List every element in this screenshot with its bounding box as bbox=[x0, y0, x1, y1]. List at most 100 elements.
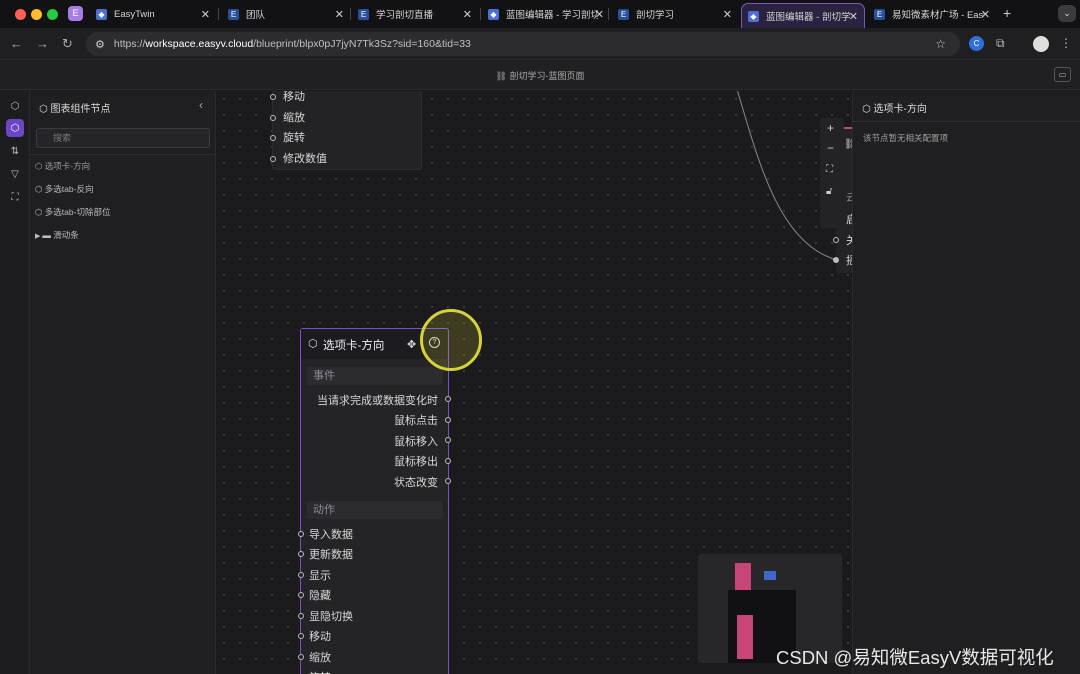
move-icon[interactable]: ✥ bbox=[407, 338, 416, 351]
tab-section-study[interactable]: E 剖切学习 ✕ bbox=[612, 4, 738, 24]
minimap-node bbox=[737, 615, 753, 659]
back-arrow-icon[interactable]: ← bbox=[10, 36, 23, 51]
close-icon[interactable]: ✕ bbox=[595, 8, 604, 21]
events-section-label: 事件 bbox=[307, 367, 443, 385]
action-port-label: 缩放 bbox=[309, 652, 331, 664]
zoom-out-button[interactable]: − bbox=[827, 141, 834, 155]
app-badge[interactable]: E bbox=[68, 6, 83, 21]
close-icon[interactable]: ✕ bbox=[723, 8, 732, 21]
list-item[interactable]: ⬡ 多选tab-反向 bbox=[35, 183, 93, 195]
watermark: CSDN @易知微EasyV数据可视化 bbox=[776, 647, 1054, 668]
collapse-chevron-icon[interactable]: ‹ bbox=[199, 98, 203, 112]
easyv-logo-icon: E bbox=[874, 8, 885, 20]
action-port-label: 显隐切换 bbox=[309, 611, 353, 623]
new-tab-button[interactable]: + bbox=[1003, 5, 1011, 21]
list-item[interactable]: ⬡ 多选tab-切除部位 bbox=[35, 206, 110, 218]
avatar[interactable] bbox=[1033, 36, 1049, 52]
preview-icon[interactable]: ▭ bbox=[1054, 67, 1071, 82]
tab-search-button[interactable]: ⌄ bbox=[1058, 5, 1076, 22]
puzzle-icon[interactable]: ⧉ bbox=[996, 36, 1005, 51]
panel-title-text: 图表组件节点 bbox=[50, 104, 111, 115]
action-port-label: 显示 bbox=[309, 570, 331, 582]
folder-item[interactable]: ▶ ▬ 滑动条 bbox=[35, 229, 79, 241]
panel-title: ⬡ 选项卡-方向 bbox=[862, 100, 927, 115]
node-config-panel: ⬡ 选项卡-方向 该节点暂无相关配置项 bbox=[852, 91, 1080, 674]
port-label: 修改数值 bbox=[283, 153, 327, 165]
url-path: /blueprint/blpx0pJ7jyN7Tk3Sz?sid=160&tid… bbox=[253, 38, 471, 50]
site-settings-icon[interactable]: ⚙ bbox=[95, 38, 105, 51]
tab-title: 蓝图编辑器 - 剖切学习 bbox=[766, 12, 850, 23]
port-label: 移动 bbox=[283, 91, 305, 103]
expand-icon[interactable]: ⛶ bbox=[6, 188, 24, 206]
menu-dots-icon[interactable]: ⋮ bbox=[1060, 36, 1072, 50]
action-port-label: 旋转 bbox=[309, 669, 331, 674]
reload-icon[interactable]: ↻ bbox=[62, 36, 73, 52]
bookmark-star-icon[interactable]: ☆ bbox=[935, 37, 946, 51]
easyv-logo-icon: E bbox=[228, 8, 239, 20]
browser-tab-bar: E ◆ EasyTwin ✕ E 团队 ✕ E 学习剖切直播 ✕ ◆ 蓝图编辑器… bbox=[0, 0, 1080, 28]
tab-title: 易知微素材广场 - EasyV bbox=[892, 10, 984, 21]
tab-title: 学习剖切直播 bbox=[376, 10, 434, 21]
panel-title: ⬡ 图表组件节点 bbox=[39, 100, 111, 115]
url-host: workspace.easyv.cloud bbox=[145, 38, 254, 50]
component-node-icon: ⬡ bbox=[862, 104, 874, 115]
action-port-label: 移动 bbox=[309, 631, 331, 643]
empty-config-text: 该节点暂无相关配置项 bbox=[863, 133, 949, 143]
search-input[interactable]: 搜索 bbox=[36, 128, 210, 148]
lock-icon[interactable]: 🔓︎ bbox=[826, 186, 832, 197]
component-node-icon: ⬡ bbox=[308, 338, 318, 350]
component-node-icon: ⬡ bbox=[35, 207, 45, 217]
zoom-in-button[interactable]: + bbox=[827, 121, 834, 135]
maximize-window-button[interactable] bbox=[47, 9, 58, 20]
close-icon[interactable]: ✕ bbox=[849, 10, 858, 23]
forward-arrow-icon[interactable]: → bbox=[36, 36, 49, 51]
tab-live[interactable]: E 学习剖切直播 ✕ bbox=[352, 4, 478, 24]
cube-icon: ◆ bbox=[488, 8, 499, 20]
easyv-logo-icon: E bbox=[358, 8, 369, 20]
minimap-node bbox=[764, 571, 776, 580]
tab-material-square[interactable]: E 易知微素材广场 - EasyV ✕ bbox=[868, 4, 996, 24]
zoom-controls: + − ⛶ 🔓︎ bbox=[820, 118, 844, 228]
actions-section-label: 动作 bbox=[307, 501, 443, 519]
blueprint-icon: ⛓ bbox=[495, 71, 510, 81]
tab-team[interactable]: E 团队 ✕ bbox=[222, 4, 350, 24]
minimize-window-button[interactable] bbox=[31, 9, 42, 20]
tab-title: 剖切学习 bbox=[636, 10, 675, 21]
tab-easytwin[interactable]: ◆ EasyTwin ✕ bbox=[90, 4, 216, 24]
event-port-label: 当请求完成或数据变化时 bbox=[317, 395, 438, 407]
node-top-partial[interactable]: 移动 缩放 旋转 修改数值 bbox=[270, 91, 422, 170]
action-port-label: 更新数据 bbox=[309, 549, 353, 561]
cursor-highlight bbox=[420, 309, 482, 371]
port-label: 旋转 bbox=[283, 132, 305, 144]
fit-view-button[interactable]: ⛶ bbox=[826, 164, 833, 175]
filter-icon[interactable]: ▽ bbox=[6, 165, 24, 183]
tab-blueprint-active[interactable]: ◆ 蓝图编辑器 - 剖切学习 ✕ bbox=[741, 3, 865, 28]
tab-title: EasyTwin bbox=[114, 8, 155, 20]
app-header: ⛓ 剖切学习-蓝图页面 ▭ bbox=[0, 61, 1080, 90]
page-title: ⛓ 剖切学习-蓝图页面 bbox=[0, 69, 1080, 82]
list-item[interactable]: ⬡ 选项卡-方向 bbox=[35, 160, 90, 172]
extension-icon[interactable]: C bbox=[969, 36, 984, 51]
component-node-icon[interactable]: ⬡ bbox=[6, 119, 24, 137]
node-library-panel: ⬡ 图表组件节点 ‹ ⌕ 搜索 ⬡ 选项卡-方向 ⬡ 多选tab-反向 ⬡ 多选… bbox=[30, 91, 216, 674]
cube-icon: ◆ bbox=[96, 8, 107, 20]
folder-icon: ▬ bbox=[42, 230, 54, 240]
url-input[interactable]: ⚙ https:// workspace.easyv.cloud /bluepr… bbox=[86, 32, 960, 56]
close-icon[interactable]: ✕ bbox=[981, 8, 990, 21]
close-icon[interactable]: ✕ bbox=[201, 8, 210, 21]
close-icon[interactable]: ✕ bbox=[463, 8, 472, 21]
component-node-icon: ⬡ bbox=[35, 161, 45, 171]
url-scheme: https:// bbox=[113, 38, 146, 50]
tab-title: 团队 bbox=[246, 10, 266, 21]
logic-icon[interactable]: ⇅ bbox=[6, 142, 24, 160]
easyv-logo-icon: E bbox=[618, 8, 629, 20]
blueprint-canvas[interactable]: 移动 缩放 旋转 修改数值 ⛓ 云 启 关 摇 + − ⛶ 🔓︎ ⬡ 选项卡-方… bbox=[216, 91, 852, 674]
node-tab-direction[interactable]: ⬡ 选项卡-方向 ✥ ? 事件 当请求完成或数据变化时 鼠标点击 鼠标移入 鼠标… bbox=[298, 328, 451, 674]
event-port-label: 状态改变 bbox=[394, 477, 438, 489]
tab-blueprint-1[interactable]: ◆ 蓝图编辑器 - 学习剖切 ✕ bbox=[482, 4, 610, 24]
left-rail: ⬡ ⬡ ⇅ ▽ ⛶ bbox=[0, 91, 30, 674]
close-icon[interactable]: ✕ bbox=[335, 8, 344, 21]
cube-icon[interactable]: ⬡ bbox=[6, 97, 24, 115]
tab-title: 蓝图编辑器 - 学习剖切 bbox=[506, 10, 598, 21]
close-window-button[interactable] bbox=[15, 9, 26, 20]
